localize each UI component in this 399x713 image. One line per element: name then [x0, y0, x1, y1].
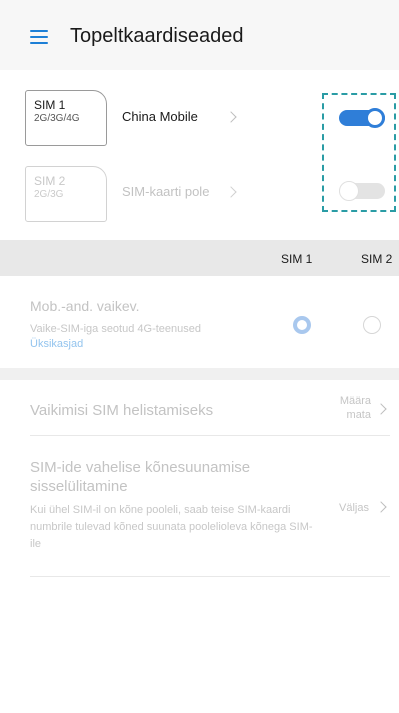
toggle-highlight-box: [322, 93, 396, 212]
call-forwarding-title: SIM-ide vahelise kõnesuunamise sisselüli…: [30, 458, 250, 496]
mobile-data-subtitle: Vaike-SIM-iga seotud 4G-teenused: [30, 323, 201, 335]
sim1-label: SIM 1: [34, 98, 66, 112]
app-bar: Topeltkaardiseaded: [0, 0, 399, 70]
default-call-sim-value: Määra mata: [340, 394, 371, 422]
mobile-data-title: Mob.-and. vaikev.: [30, 298, 140, 314]
sim2-network-types: 2G/3G: [34, 189, 64, 200]
column-sim2-label: SIM 2: [361, 252, 393, 266]
column-sim1-label: SIM 1: [281, 252, 313, 266]
sim1-carrier-name: China Mobile: [122, 109, 198, 124]
default-call-value-line2: mata: [346, 409, 371, 421]
call-forwarding-value: Väljas: [339, 502, 369, 514]
sim2-chevron-right-icon: [225, 186, 237, 198]
sim1-network-types: 2G/3G/4G: [34, 113, 80, 124]
row-divider: [30, 435, 390, 436]
sim2-carrier-name: SIM-kaarti pole: [122, 184, 210, 199]
default-call-value-line1: Määra: [339, 395, 371, 407]
sim1-card-icon: SIM 1 2G/3G/4G: [25, 90, 107, 146]
call-forwarding-row[interactable]: SIM-ide vahelise kõnesuunamise sisselüli…: [0, 437, 399, 577]
mobile-data-sim2-radio[interactable]: [363, 316, 381, 334]
row-divider: [30, 576, 390, 577]
default-call-chevron-right-icon: [375, 403, 387, 415]
section-divider: [0, 368, 399, 380]
hamburger-menu-icon[interactable]: [30, 30, 48, 44]
mobile-data-default-row[interactable]: Mob.-and. vaikev. Vaike-SIM-iga seotud 4…: [0, 276, 399, 368]
sim2-label: SIM 2: [34, 174, 66, 188]
default-call-sim-title: Vaikimisi SIM helistamiseks: [30, 402, 214, 419]
call-forwarding-description: Kui ühel SIM-il on kõne pooleli, saab te…: [30, 504, 313, 550]
call-forwarding-title-line1: SIM-ide vahelise kõnesuunamise: [30, 459, 251, 476]
call-forwarding-title-line2: sisselülitamine: [30, 478, 128, 495]
sim2-card-icon: SIM 2 2G/3G: [25, 166, 107, 222]
call-forwarding-chevron-right-icon: [375, 501, 387, 513]
mobile-data-sim1-radio[interactable]: [293, 316, 311, 334]
default-call-sim-row[interactable]: Vaikimisi SIM helistamiseks Määra mata: [0, 380, 399, 436]
sim-column-header: SIM 1 SIM 2: [0, 240, 399, 276]
page-title: Topeltkaardiseaded: [70, 25, 244, 47]
sim1-chevron-right-icon: [225, 111, 237, 123]
details-link[interactable]: Üksikasjad: [30, 338, 83, 350]
